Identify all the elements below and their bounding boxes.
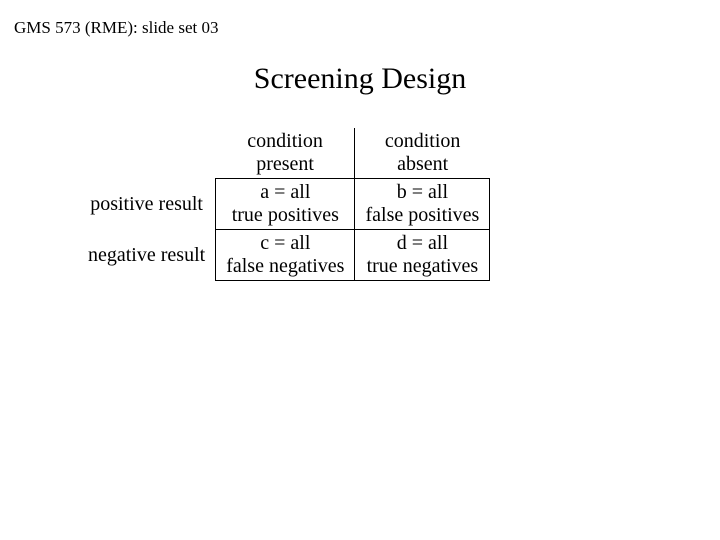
table-header-row: condition present condition absent [78,128,490,179]
row-label-positive-result: positive result [78,179,216,230]
col-header-text: condition [247,130,323,152]
header-spacer [78,128,216,179]
col-header-condition-absent: condition absent [355,128,490,179]
cell-text: d = all [397,232,448,254]
cell-false-positives: b = all false positives [355,179,490,230]
col-header-text: absent [397,153,448,175]
cell-true-negatives: d = all true negatives [355,230,490,281]
cell-text: false positives [365,204,479,226]
cell-text: a = all [260,181,310,203]
cell-text: c = all [260,232,310,254]
cell-text: false negatives [226,255,344,277]
slide-title: Screening Design [0,62,720,96]
table-row: negative result c = all false negatives … [78,230,490,281]
col-header-condition-present: condition present [216,128,355,179]
cell-text: true positives [232,204,339,226]
cell-text: true negatives [367,255,479,277]
row-label-negative-result: negative result [78,230,216,281]
table-row: positive result a = all true positives b… [78,179,490,230]
cell-text: b = all [397,181,448,203]
table: condition present condition absent posit… [78,128,490,281]
cell-true-positives: a = all true positives [216,179,355,230]
col-header-text: condition [385,130,461,152]
cell-false-negatives: c = all false negatives [216,230,355,281]
contingency-table: condition present condition absent posit… [78,128,490,281]
slide: { "header": { "label": "GMS 573 (RME): s… [0,0,720,540]
slide-header-label: GMS 573 (RME): slide set 03 [14,18,218,38]
col-header-text: present [256,153,314,175]
